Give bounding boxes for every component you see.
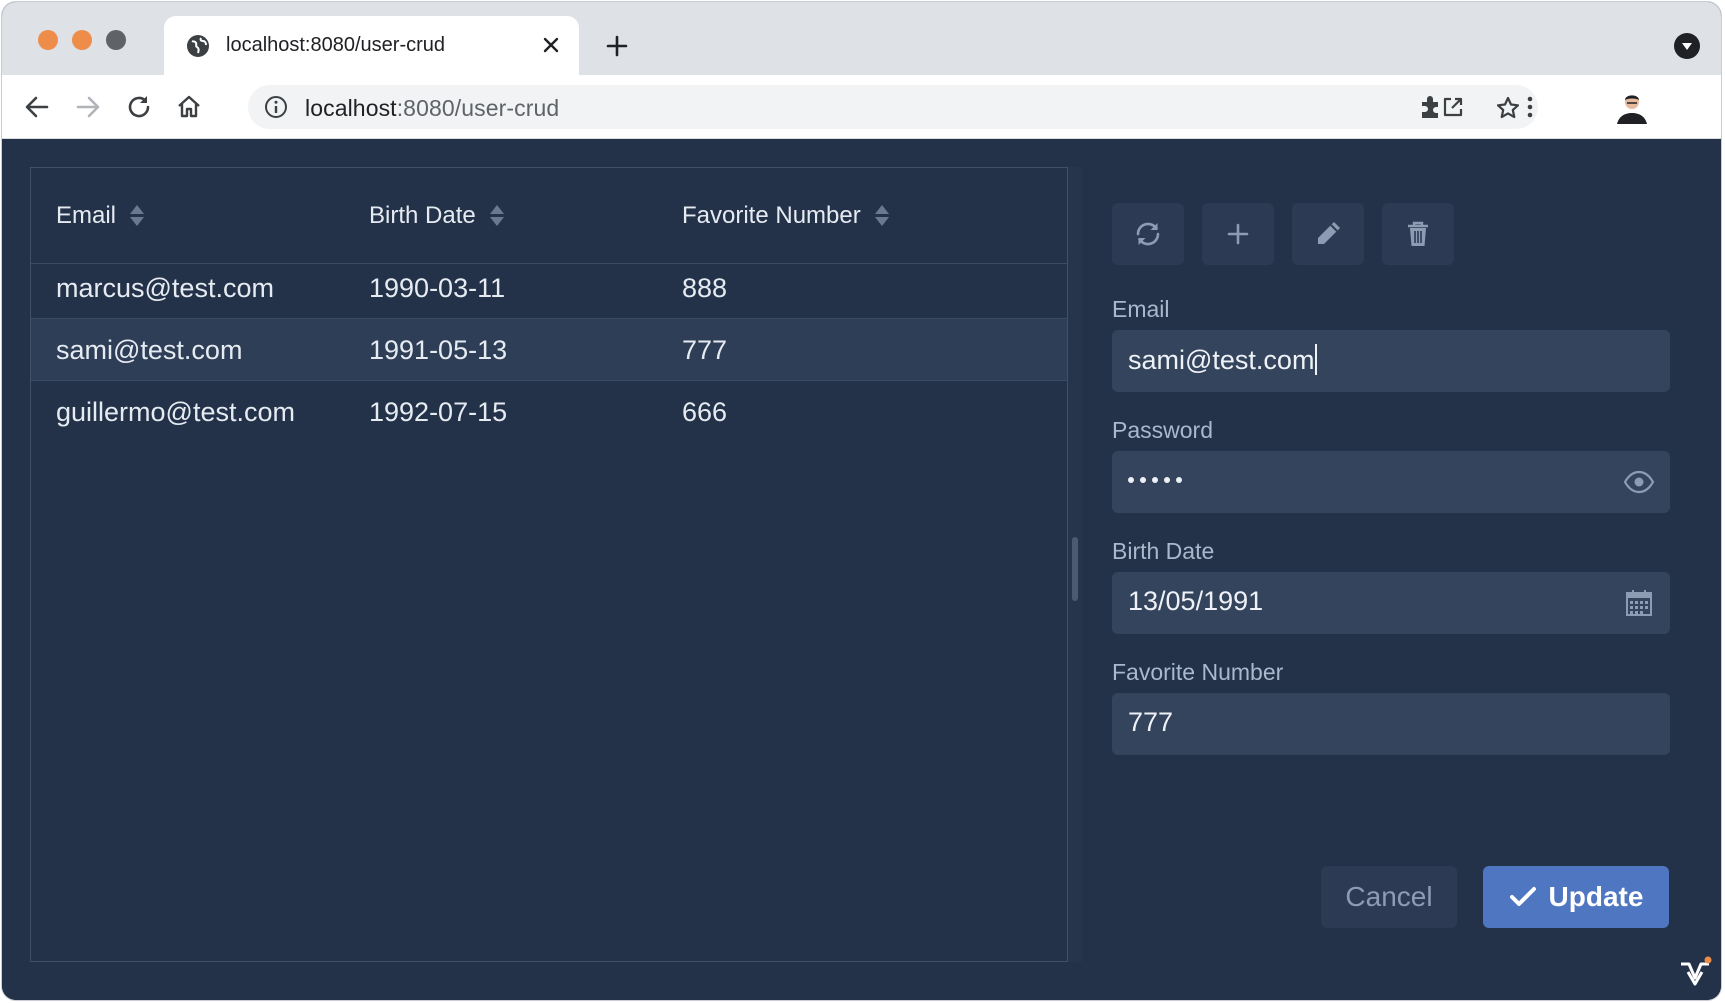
cancel-button[interactable]: Cancel — [1321, 866, 1457, 928]
add-button[interactable] — [1202, 203, 1274, 265]
birth-date-label: Birth Date — [1112, 538, 1215, 564]
cell-birth-date: 1992-07-15 — [369, 397, 508, 427]
email-value: sami@test.com — [1128, 344, 1318, 376]
column-header-birth-date[interactable]: Birth Date — [369, 202, 504, 230]
tab-search-button[interactable] — [1674, 33, 1700, 59]
chevron-down-icon — [1682, 43, 1692, 50]
cell-favorite-number: 888 — [682, 273, 728, 303]
calendar-icon[interactable] — [1622, 586, 1656, 620]
cell-birth-date: 1990-03-11 — [369, 273, 506, 303]
back-arrow-icon[interactable] — [23, 93, 51, 121]
profile-avatar-icon[interactable] — [1614, 88, 1650, 126]
browser-tab[interactable]: localhost:8080/user-crud — [164, 16, 579, 75]
window-minimize-button[interactable] — [72, 30, 92, 50]
tab-strip: localhost:8080/user-crud — [2, 2, 1721, 75]
split-handle[interactable] — [1072, 537, 1078, 601]
forward-arrow-icon[interactable] — [74, 93, 102, 121]
app-content: Email Birth Date Favorite Number marcus@… — [2, 139, 1721, 1000]
column-header-favorite-number[interactable]: Favorite Number — [682, 202, 889, 230]
cell-favorite-number: 666 — [682, 397, 728, 427]
site-info-icon[interactable] — [264, 95, 288, 119]
address-bar[interactable]: localhost:8080/user-crud — [248, 85, 1538, 129]
update-button[interactable]: Update — [1483, 866, 1669, 928]
home-icon[interactable] — [175, 93, 203, 121]
edit-button[interactable] — [1292, 203, 1364, 265]
update-label: Update — [1548, 881, 1644, 912]
cell-email: guillermo@test.com — [56, 397, 295, 427]
password-field[interactable] — [1112, 451, 1670, 513]
sort-icon[interactable] — [130, 204, 145, 228]
sort-icon[interactable] — [489, 204, 504, 228]
split-divider[interactable] — [1068, 167, 1082, 962]
pencil-icon — [1318, 222, 1340, 244]
trash-icon — [1408, 221, 1428, 246]
table-row[interactable]: guillermo@test.com 1992-07-15 666 — [31, 381, 1067, 443]
browser-menu-icon[interactable] — [1516, 93, 1544, 121]
url-text[interactable]: localhost:8080/user-crud — [305, 95, 559, 122]
refresh-button[interactable] — [1112, 203, 1184, 265]
cell-favorite-number: 777 — [682, 335, 728, 365]
vaadin-logo-icon[interactable] — [1678, 956, 1712, 988]
password-label: Password — [1112, 417, 1213, 443]
password-mask — [1128, 477, 1182, 483]
window-maximize-button[interactable] — [106, 30, 126, 50]
plus-icon — [1227, 223, 1249, 245]
favorite-number-value: 777 — [1128, 707, 1174, 737]
checkmark-icon — [1509, 887, 1536, 906]
reload-icon[interactable] — [125, 93, 153, 121]
email-label: Email — [1112, 296, 1170, 322]
user-editor: Email sami@test.com Password Birth Date … — [1110, 139, 1690, 1000]
cell-birth-date: 1991-05-13 — [369, 335, 508, 365]
grid-header: Email Birth Date Favorite Number — [31, 168, 1067, 264]
email-field[interactable]: sami@test.com — [1112, 330, 1670, 392]
eye-icon[interactable] — [1622, 465, 1656, 499]
column-header-email[interactable]: Email — [56, 202, 145, 230]
tab-close-icon[interactable] — [539, 33, 563, 57]
favorite-number-field[interactable]: 777 — [1112, 693, 1670, 755]
table-row[interactable]: marcus@test.com 1990-03-11 888 — [31, 257, 1067, 319]
window-close-button[interactable] — [38, 30, 58, 50]
cell-email: marcus@test.com — [56, 273, 274, 303]
users-grid: Email Birth Date Favorite Number marcus@… — [30, 167, 1068, 962]
delete-button[interactable] — [1382, 203, 1454, 265]
new-tab-icon[interactable] — [605, 34, 629, 58]
birth-date-value: 13/05/1991 — [1128, 586, 1264, 616]
browser-window: localhost:8080/user-crud localhost:8080/… — [2, 2, 1721, 1000]
refresh-icon — [1136, 222, 1160, 246]
tab-title: localhost:8080/user-crud — [226, 34, 446, 56]
cell-email: sami@test.com — [56, 335, 243, 365]
birth-date-field[interactable]: 13/05/1991 — [1112, 572, 1670, 634]
table-row-selected[interactable]: sami@test.com 1991-05-13 777 — [31, 319, 1067, 381]
globe-icon — [187, 35, 209, 57]
browser-toolbar: localhost:8080/user-crud — [2, 75, 1721, 139]
extensions-puzzle-icon[interactable] — [1417, 93, 1445, 121]
sort-icon[interactable] — [874, 204, 889, 228]
favorite-number-label: Favorite Number — [1112, 659, 1284, 685]
